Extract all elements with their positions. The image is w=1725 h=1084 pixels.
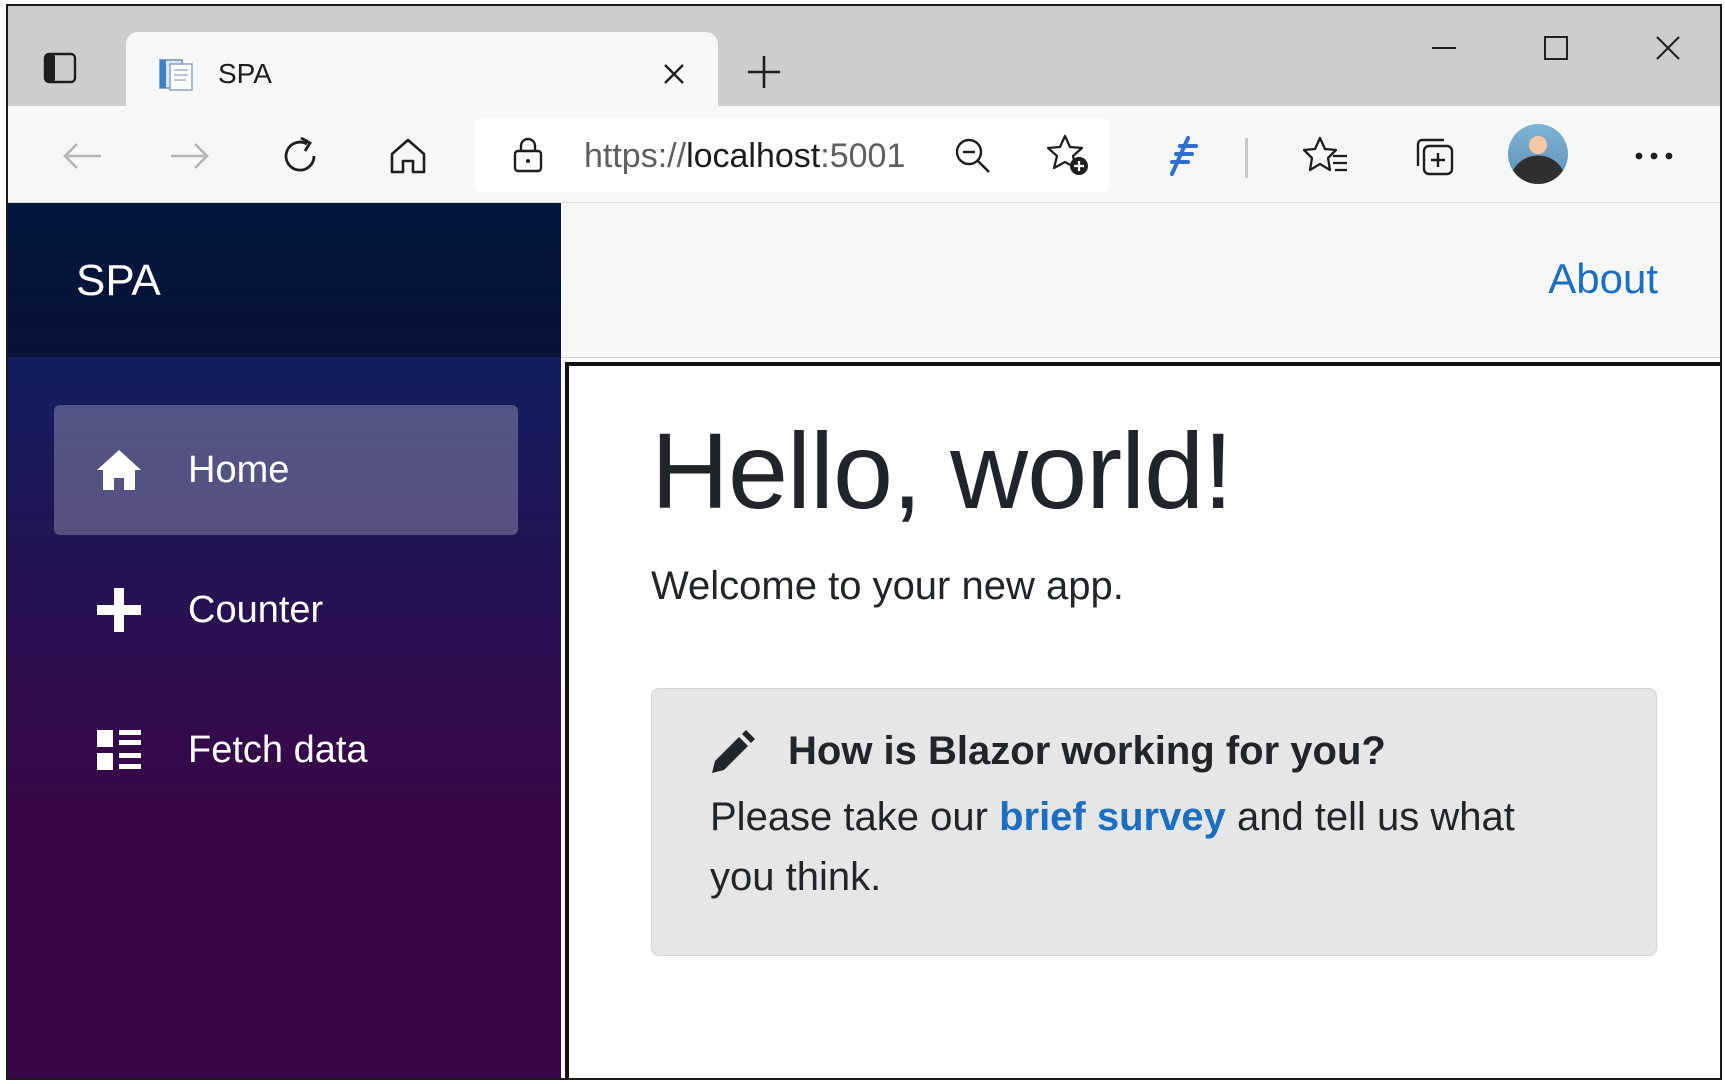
main-content: Hello, world! Welcome to your new app. H…: [565, 362, 1720, 1078]
url-port: :5001: [820, 137, 906, 175]
survey-title: How is Blazor working for you?: [788, 729, 1386, 773]
back-icon: [63, 143, 101, 169]
new-tab-button[interactable]: [738, 46, 790, 98]
home-icon: [94, 446, 144, 494]
nav-label-counter: Counter: [188, 589, 324, 631]
sidebar: SPA Home Counter Fetch data: [8, 203, 561, 1078]
favorites-button[interactable]: [1298, 128, 1354, 184]
sidebar-header: SPA: [8, 203, 561, 357]
home-icon: [390, 138, 426, 174]
nav-label-home: Home: [188, 449, 290, 491]
nav-label-fetch-data: Fetch data: [188, 729, 368, 771]
list-rich-icon: [94, 726, 144, 774]
url-host: localhost: [686, 137, 821, 175]
top-row: About: [561, 203, 1720, 358]
refresh-button[interactable]: [272, 128, 328, 184]
about-link[interactable]: About: [1548, 253, 1658, 305]
plus-icon: [748, 56, 780, 88]
url-scheme: https://: [584, 137, 687, 175]
zoom-out-icon[interactable]: [950, 133, 994, 177]
survey-prompt: How is Blazor working for you? Please ta…: [651, 688, 1657, 956]
browser-window: SPA https://localhost:5001 SPA Home Coun…: [6, 4, 1722, 1080]
tab-strip: SPA: [8, 6, 1720, 106]
tab-title: SPA: [218, 58, 272, 89]
url-text: https://localhost:5001: [584, 136, 905, 176]
brand-link[interactable]: SPA: [76, 251, 161, 311]
pencil-icon: [708, 729, 756, 777]
forward-icon: [171, 143, 209, 169]
tab-spa[interactable]: SPA: [126, 32, 718, 106]
minimize-button[interactable]: [1414, 26, 1474, 70]
more-icon: [1635, 152, 1673, 160]
collections-icon: [1416, 138, 1454, 176]
minimize-icon: [1432, 47, 1456, 49]
lock-icon[interactable]: [508, 135, 548, 175]
survey-text: Please take our brief survey and tell us…: [710, 787, 1590, 907]
add-favorite-icon[interactable]: [1044, 131, 1092, 179]
toolbar-separator: [1245, 138, 1248, 178]
more-button[interactable]: [1626, 128, 1682, 184]
maximize-button[interactable]: [1526, 26, 1586, 70]
plus-icon: [94, 586, 144, 634]
welcome-text: Welcome to your new app.: [651, 564, 1124, 608]
nav-item-counter[interactable]: Counter: [54, 545, 518, 675]
address-bar[interactable]: https://localhost:5001: [474, 118, 1110, 192]
profile-avatar[interactable]: [1508, 124, 1568, 184]
nav-item-fetch-data[interactable]: Fetch data: [54, 685, 518, 815]
back-button[interactable]: [54, 128, 110, 184]
maximize-icon: [1544, 36, 1568, 60]
tab-actions-icon[interactable]: [38, 46, 82, 90]
home-button[interactable]: [380, 128, 436, 184]
extension-button[interactable]: [1152, 128, 1208, 184]
extension-icon: [1170, 136, 1198, 176]
page-title: Hello, world!: [651, 410, 1233, 531]
browser-toolbar: https://localhost:5001: [8, 106, 1720, 203]
survey-text-before: Please take our: [710, 795, 1000, 839]
refresh-icon: [284, 136, 316, 172]
close-window-button[interactable]: [1638, 26, 1698, 70]
favorites-icon: [1303, 136, 1347, 172]
page-icon: [156, 54, 196, 94]
forward-button[interactable]: [162, 128, 218, 184]
close-tab-icon[interactable]: [654, 54, 694, 94]
nav-item-home[interactable]: Home: [54, 405, 518, 535]
close-icon: [1656, 36, 1680, 60]
survey-link[interactable]: brief survey: [999, 795, 1226, 839]
collections-button[interactable]: [1406, 128, 1462, 184]
